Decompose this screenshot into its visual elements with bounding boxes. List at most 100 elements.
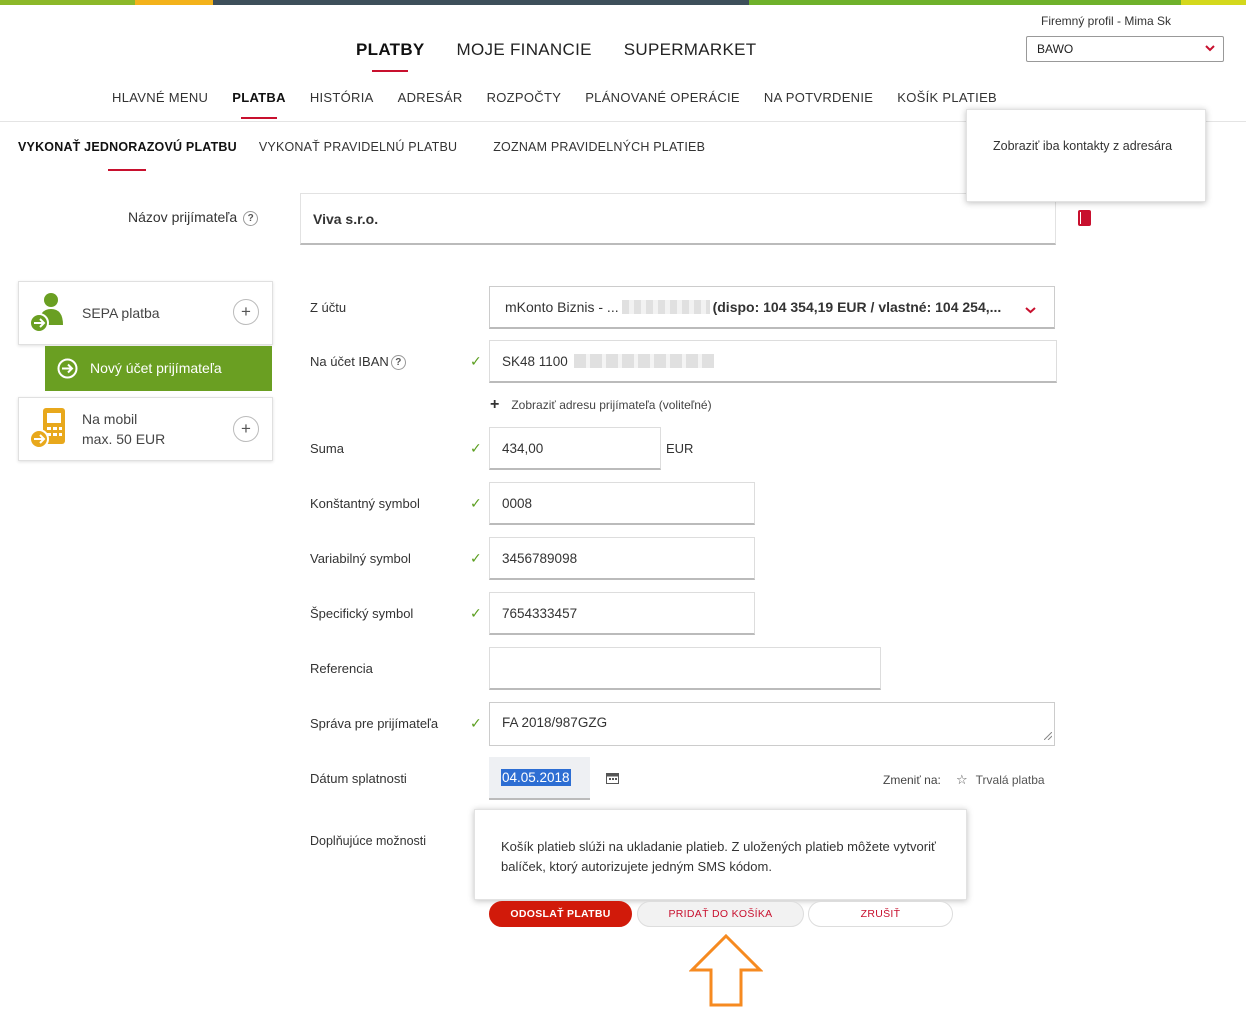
var-symbol-value: 3456789098	[502, 550, 578, 566]
sepa-plus-icon[interactable]: +	[233, 299, 259, 325]
reference-label: Referencia	[310, 661, 373, 676]
due-date-input[interactable]: 04.05.2018	[489, 757, 590, 800]
payment-tabs: VYKONAŤ JEDNORAZOVÚ PLATBU VYKONAŤ PRAVI…	[18, 140, 705, 154]
amount-value: 434,00	[502, 440, 544, 456]
contacts-tooltip-text: Zobraziť iba kontakty z adresára	[993, 139, 1173, 153]
check-icon: ✓	[470, 440, 482, 456]
sub-nav-kosik-platieb[interactable]: KOŠÍK PLATIEB	[885, 90, 1009, 105]
const-symbol-input[interactable]: 0008	[489, 482, 755, 525]
tab-jednorazova-platba[interactable]: VYKONAŤ JEDNORAZOVÚ PLATBU	[18, 140, 237, 154]
main-nav-platby[interactable]: PLATBY	[340, 40, 441, 60]
tab-pravidelna-platba[interactable]: VYKONAŤ PRAVIDELNÚ PLATBU	[259, 140, 457, 154]
sepa-user-icon	[29, 291, 69, 338]
sub-nav-adresar[interactable]: ADRESÁR	[386, 90, 475, 105]
color-segment	[1181, 0, 1246, 5]
new-account-label: Nový účet prijímateľa	[90, 360, 222, 376]
due-date-label: Dátum splatnosti	[310, 771, 407, 786]
iban-value: SK48 1100	[502, 353, 568, 369]
check-icon: ✓	[470, 550, 482, 566]
tab-zoznam-pravidelnych[interactable]: ZOZNAM PRAVIDELNÝCH PLATIEB	[493, 140, 705, 154]
recipient-input[interactable]: Viva s.r.o.	[300, 193, 1056, 245]
check-icon: ✓	[470, 605, 482, 621]
send-payment-button[interactable]: ODOSLAŤ PLATBU	[489, 901, 632, 927]
from-account-prefix: mKonto Biznis - ...	[505, 299, 619, 315]
amount-label: Suma	[310, 441, 344, 456]
show-address-text: Zobraziť adresu prijímateľa (voliteľné)	[511, 398, 712, 412]
sub-nav-hlavne-menu[interactable]: HLAVNÉ MENU	[100, 90, 220, 105]
sub-nav-na-potvrdenie[interactable]: NA POTVRDENIE	[752, 90, 885, 105]
address-book-icon[interactable]	[1078, 210, 1091, 226]
recipient-label: Názov prijímateľa?	[128, 209, 259, 226]
chevron-down-icon	[1205, 42, 1215, 56]
calendar-icon[interactable]	[606, 771, 619, 789]
add-to-cart-button[interactable]: PRIDAŤ DO KOŠÍKA	[637, 901, 804, 927]
currency-label: EUR	[666, 441, 694, 456]
mobile-label-2: max. 50 EUR	[82, 431, 166, 447]
contacts-tooltip: Zobraziť iba kontakty z adresára	[966, 109, 1206, 202]
sub-nav-planovane-operacie[interactable]: PLÁNOVANÉ OPERÁCIE	[573, 90, 752, 105]
message-label: Správa pre prijímateľa	[310, 716, 439, 731]
mobile-plus-icon[interactable]: +	[233, 416, 259, 442]
amount-input[interactable]: 434,00	[489, 427, 661, 470]
mobile-phone-icon	[29, 406, 69, 455]
recipient-value: Viva s.r.o.	[313, 210, 379, 227]
masked-iban	[573, 354, 714, 368]
chevron-down-icon	[1025, 302, 1036, 318]
const-symbol-value: 0008	[502, 495, 533, 511]
resize-handle-icon[interactable]	[1043, 728, 1053, 743]
from-account-select[interactable]: mKonto Biznis - ... (dispo: 104 354,19 E…	[489, 286, 1055, 329]
color-segment	[749, 0, 1181, 5]
extra-options-label: Doplňujúce možnosti	[310, 834, 427, 848]
iban-label-text: Na účet IBAN	[310, 354, 389, 369]
color-segment	[135, 0, 213, 5]
main-nav: PLATBY MOJE FINANCIE SUPERMARKET	[340, 40, 772, 60]
change-to-label: Zmeniť na:	[883, 773, 941, 787]
main-nav-moje-financie[interactable]: MOJE FINANCIE	[441, 40, 608, 60]
var-symbol-input[interactable]: 3456789098	[489, 537, 755, 580]
spec-symbol-input[interactable]: 7654333457	[489, 592, 755, 635]
arrow-circle-icon	[57, 358, 78, 382]
help-icon[interactable]: ?	[243, 210, 259, 226]
sub-nav: HLAVNÉ MENU PLATBA HISTÓRIA ADRESÁR ROZP…	[100, 90, 1009, 105]
profile-label: Firemný profil - Mima Sk	[1040, 14, 1171, 28]
profile-select-value: BAWO	[1037, 42, 1074, 56]
permanent-payment-text: Trvalá platba	[975, 773, 1045, 787]
from-account-label: Z účtu	[310, 300, 347, 315]
sub-nav-historia[interactable]: HISTÓRIA	[298, 90, 386, 105]
cart-tooltip-text: Košík platieb slúži na ukladanie platieb…	[501, 839, 936, 874]
masked-account	[621, 300, 710, 314]
color-segment	[0, 0, 135, 5]
var-symbol-label: Variabilný symbol	[310, 551, 411, 566]
help-icon[interactable]: ?	[390, 355, 406, 371]
sub-nav-platba[interactable]: PLATBA	[220, 90, 298, 105]
from-account-suffix: (dispo: 104 354,19 EUR / vlastné: 104 25…	[712, 299, 1002, 315]
top-color-bar	[0, 0, 1246, 5]
check-icon: ✓	[470, 715, 482, 731]
plus-icon: +	[490, 396, 500, 413]
star-icon: ☆	[956, 772, 968, 787]
check-icon: ✓	[470, 495, 482, 511]
spec-symbol-label: Špecifický symbol	[310, 606, 414, 621]
orange-arrow-annotation	[688, 933, 764, 1013]
message-value: FA 2018/987GZG	[502, 715, 608, 730]
show-address-link[interactable]: + Zobraziť adresu prijímateľa (voliteľné)	[490, 396, 712, 414]
profile-select[interactable]: BAWO	[1026, 36, 1224, 62]
const-symbol-label: Konštantný symbol	[310, 496, 420, 511]
cancel-button[interactable]: ZRUŠIŤ	[808, 901, 953, 927]
cart-tooltip: Košík platieb slúži na ukladanie platieb…	[474, 809, 967, 900]
sepa-card[interactable]: SEPA platba +	[18, 281, 273, 345]
mobile-label-1: Na mobil	[82, 411, 138, 427]
reference-input[interactable]	[489, 647, 881, 690]
message-textarea[interactable]: FA 2018/987GZG	[489, 702, 1055, 746]
due-date-value: 04.05.2018	[501, 769, 571, 786]
recipient-label-text: Názov prijímateľa	[128, 209, 238, 225]
main-nav-supermarket[interactable]: SUPERMARKET	[608, 40, 773, 60]
permanent-payment-link[interactable]: ☆ Trvalá platba	[956, 772, 1045, 788]
check-icon: ✓	[470, 353, 482, 369]
sub-nav-rozpocty[interactable]: ROZPOČTY	[475, 90, 574, 105]
spec-symbol-value: 7654333457	[502, 605, 578, 621]
iban-input[interactable]: SK48 1100	[489, 340, 1057, 383]
new-account-button[interactable]: Nový účet prijímateľa	[45, 346, 272, 391]
iban-label: Na účet IBAN?	[310, 354, 406, 371]
mobile-card[interactable]: Na mobil max. 50 EUR +	[18, 397, 273, 461]
